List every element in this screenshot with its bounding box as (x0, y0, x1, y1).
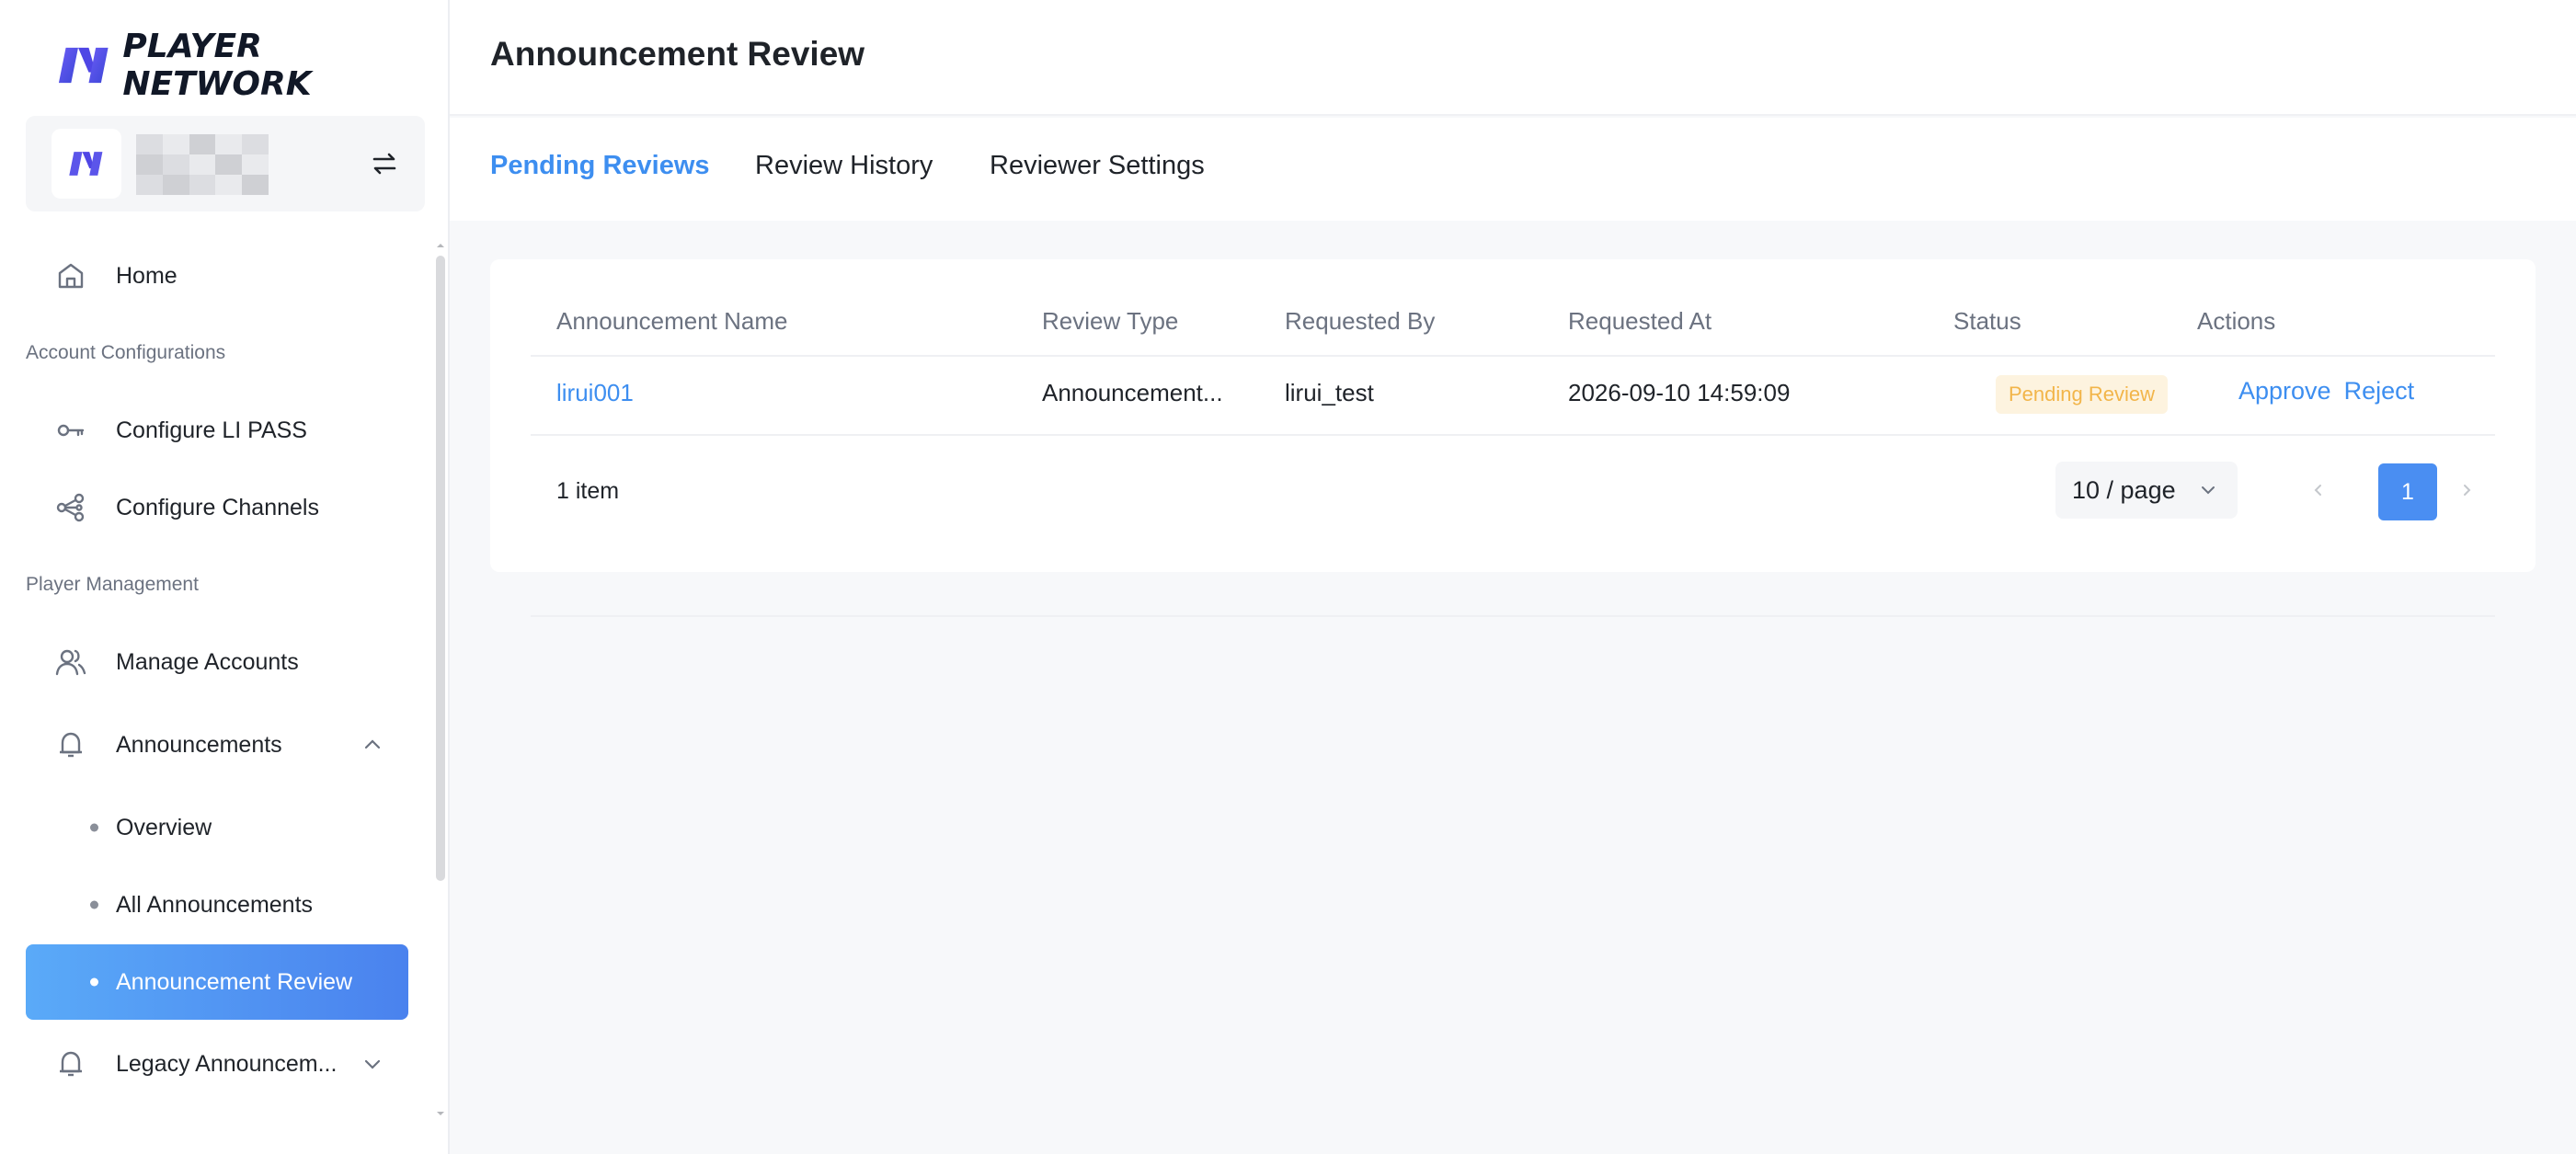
requested-at-cell: 2026-09-10 14:59:09 (1568, 379, 1791, 406)
section-label-account-configurations: Account Configurations (26, 342, 226, 363)
sidebar-item-label: Legacy Announcem... (116, 1050, 338, 1077)
page-size-value: 10 / page (2072, 475, 2176, 504)
sidebar-item-label: Announcement Review (116, 968, 353, 995)
sidebar-item-configure-li-pass[interactable]: Configure LI PASS (26, 393, 408, 468)
page-size-select[interactable]: 10 / page (2055, 462, 2238, 519)
chevron-right-icon (2464, 485, 2471, 496)
review-type-cell: Announcement... (1042, 379, 1223, 406)
sidebar-item-label: Configure LI PASS (116, 417, 307, 443)
brand-logo[interactable]: PLAYER NETWORK (57, 28, 448, 103)
pagination-page-1[interactable]: 1 (2378, 463, 2437, 520)
account-name-redacted (136, 134, 269, 195)
approve-button[interactable]: Approve (2238, 377, 2331, 406)
sidebar-item-label: Announcements (116, 731, 282, 758)
pagination-prev-button[interactable] (2296, 467, 2341, 513)
status-badge: Pending Review (1996, 375, 2168, 414)
pending-reviews-card: Announcement Name Review Type Requested … (490, 259, 2536, 617)
sidebar-item-label: Configure Channels (116, 494, 319, 520)
column-header-requested-by: Requested By (1285, 307, 1436, 335)
sidebar-item-label: Manage Accounts (116, 648, 299, 675)
column-header-announcement-name: Announcement Name (556, 307, 788, 335)
sidebar-item-overview[interactable]: Overview (26, 790, 408, 865)
share-nodes-icon (56, 493, 85, 522)
announcement-name-link[interactable]: lirui001 (556, 379, 634, 407)
sidebar-item-label: Overview (116, 814, 212, 840)
pagination-next-button[interactable] (2444, 467, 2490, 513)
header-divider (531, 355, 2495, 357)
sidebar-item-legacy-announcements[interactable]: Legacy Announcem... (26, 1026, 408, 1102)
tabs-bar: Pending Reviews Review History Reviewer … (450, 118, 2576, 221)
row-actions: Approve Reject (2238, 377, 2414, 406)
account-switcher[interactable] (26, 116, 425, 211)
sidebar-item-configure-channels[interactable]: Configure Channels (26, 470, 408, 545)
sidebar-item-manage-accounts[interactable]: Manage Accounts (26, 624, 408, 700)
bullet-dot-icon (90, 900, 98, 909)
scroll-up-arrow-icon[interactable] (436, 241, 445, 250)
account-avatar (52, 129, 121, 199)
sidebar-item-announcements[interactable]: Announcements (26, 707, 408, 783)
player-network-logo-icon (58, 47, 109, 84)
chevron-up-icon[interactable] (362, 735, 383, 755)
tab-review-history[interactable]: Review History (755, 151, 933, 181)
main-content: Announcement Review Pending Reviews Revi… (450, 0, 2576, 1154)
chevron-down-icon (2202, 486, 2215, 495)
column-header-actions: Actions (2197, 307, 2276, 335)
tab-reviewer-settings[interactable]: Reviewer Settings (990, 151, 1205, 181)
sidebar-item-all-announcements[interactable]: All Announcements (26, 867, 408, 943)
sidebar-item-label: All Announcements (116, 891, 314, 918)
column-header-status: Status (1953, 307, 2021, 335)
sidebar-item-announcement-review[interactable]: Announcement Review (26, 944, 408, 1020)
page-header: Announcement Review (450, 0, 2576, 116)
swap-icon[interactable] (370, 149, 399, 178)
chevron-down-icon[interactable] (362, 1054, 383, 1074)
users-icon (55, 649, 86, 676)
pagination-total: 1 item (556, 478, 620, 504)
home-icon (58, 263, 84, 289)
divider (531, 615, 2495, 617)
requested-by-cell: lirui_test (1285, 379, 1374, 406)
bell-icon (60, 1051, 82, 1077)
reject-button[interactable]: Reject (2344, 377, 2415, 406)
key-icon (57, 424, 85, 437)
page-title: Announcement Review (490, 35, 865, 73)
brand-name: PLAYER NETWORK (122, 28, 312, 103)
tab-pending-reviews[interactable]: Pending Reviews (490, 151, 710, 181)
sidebar-item-label: Home (116, 262, 177, 289)
bullet-dot-icon (90, 823, 98, 832)
player-network-logo-icon (69, 152, 103, 176)
bullet-dot-icon (90, 977, 98, 987)
chevron-left-icon (2314, 485, 2321, 496)
sidebar: PLAYER NETWORK Home Account Configuratio… (0, 0, 450, 1154)
scroll-down-arrow-icon[interactable] (436, 1109, 445, 1118)
row-divider (531, 434, 2495, 436)
column-header-requested-at: Requested At (1568, 307, 1712, 335)
column-header-review-type: Review Type (1042, 307, 1179, 335)
section-label-player-management: Player Management (26, 574, 199, 595)
bell-icon (60, 732, 82, 758)
sidebar-item-home[interactable]: Home (26, 238, 408, 314)
sidebar-scrollbar-thumb[interactable] (436, 256, 445, 881)
